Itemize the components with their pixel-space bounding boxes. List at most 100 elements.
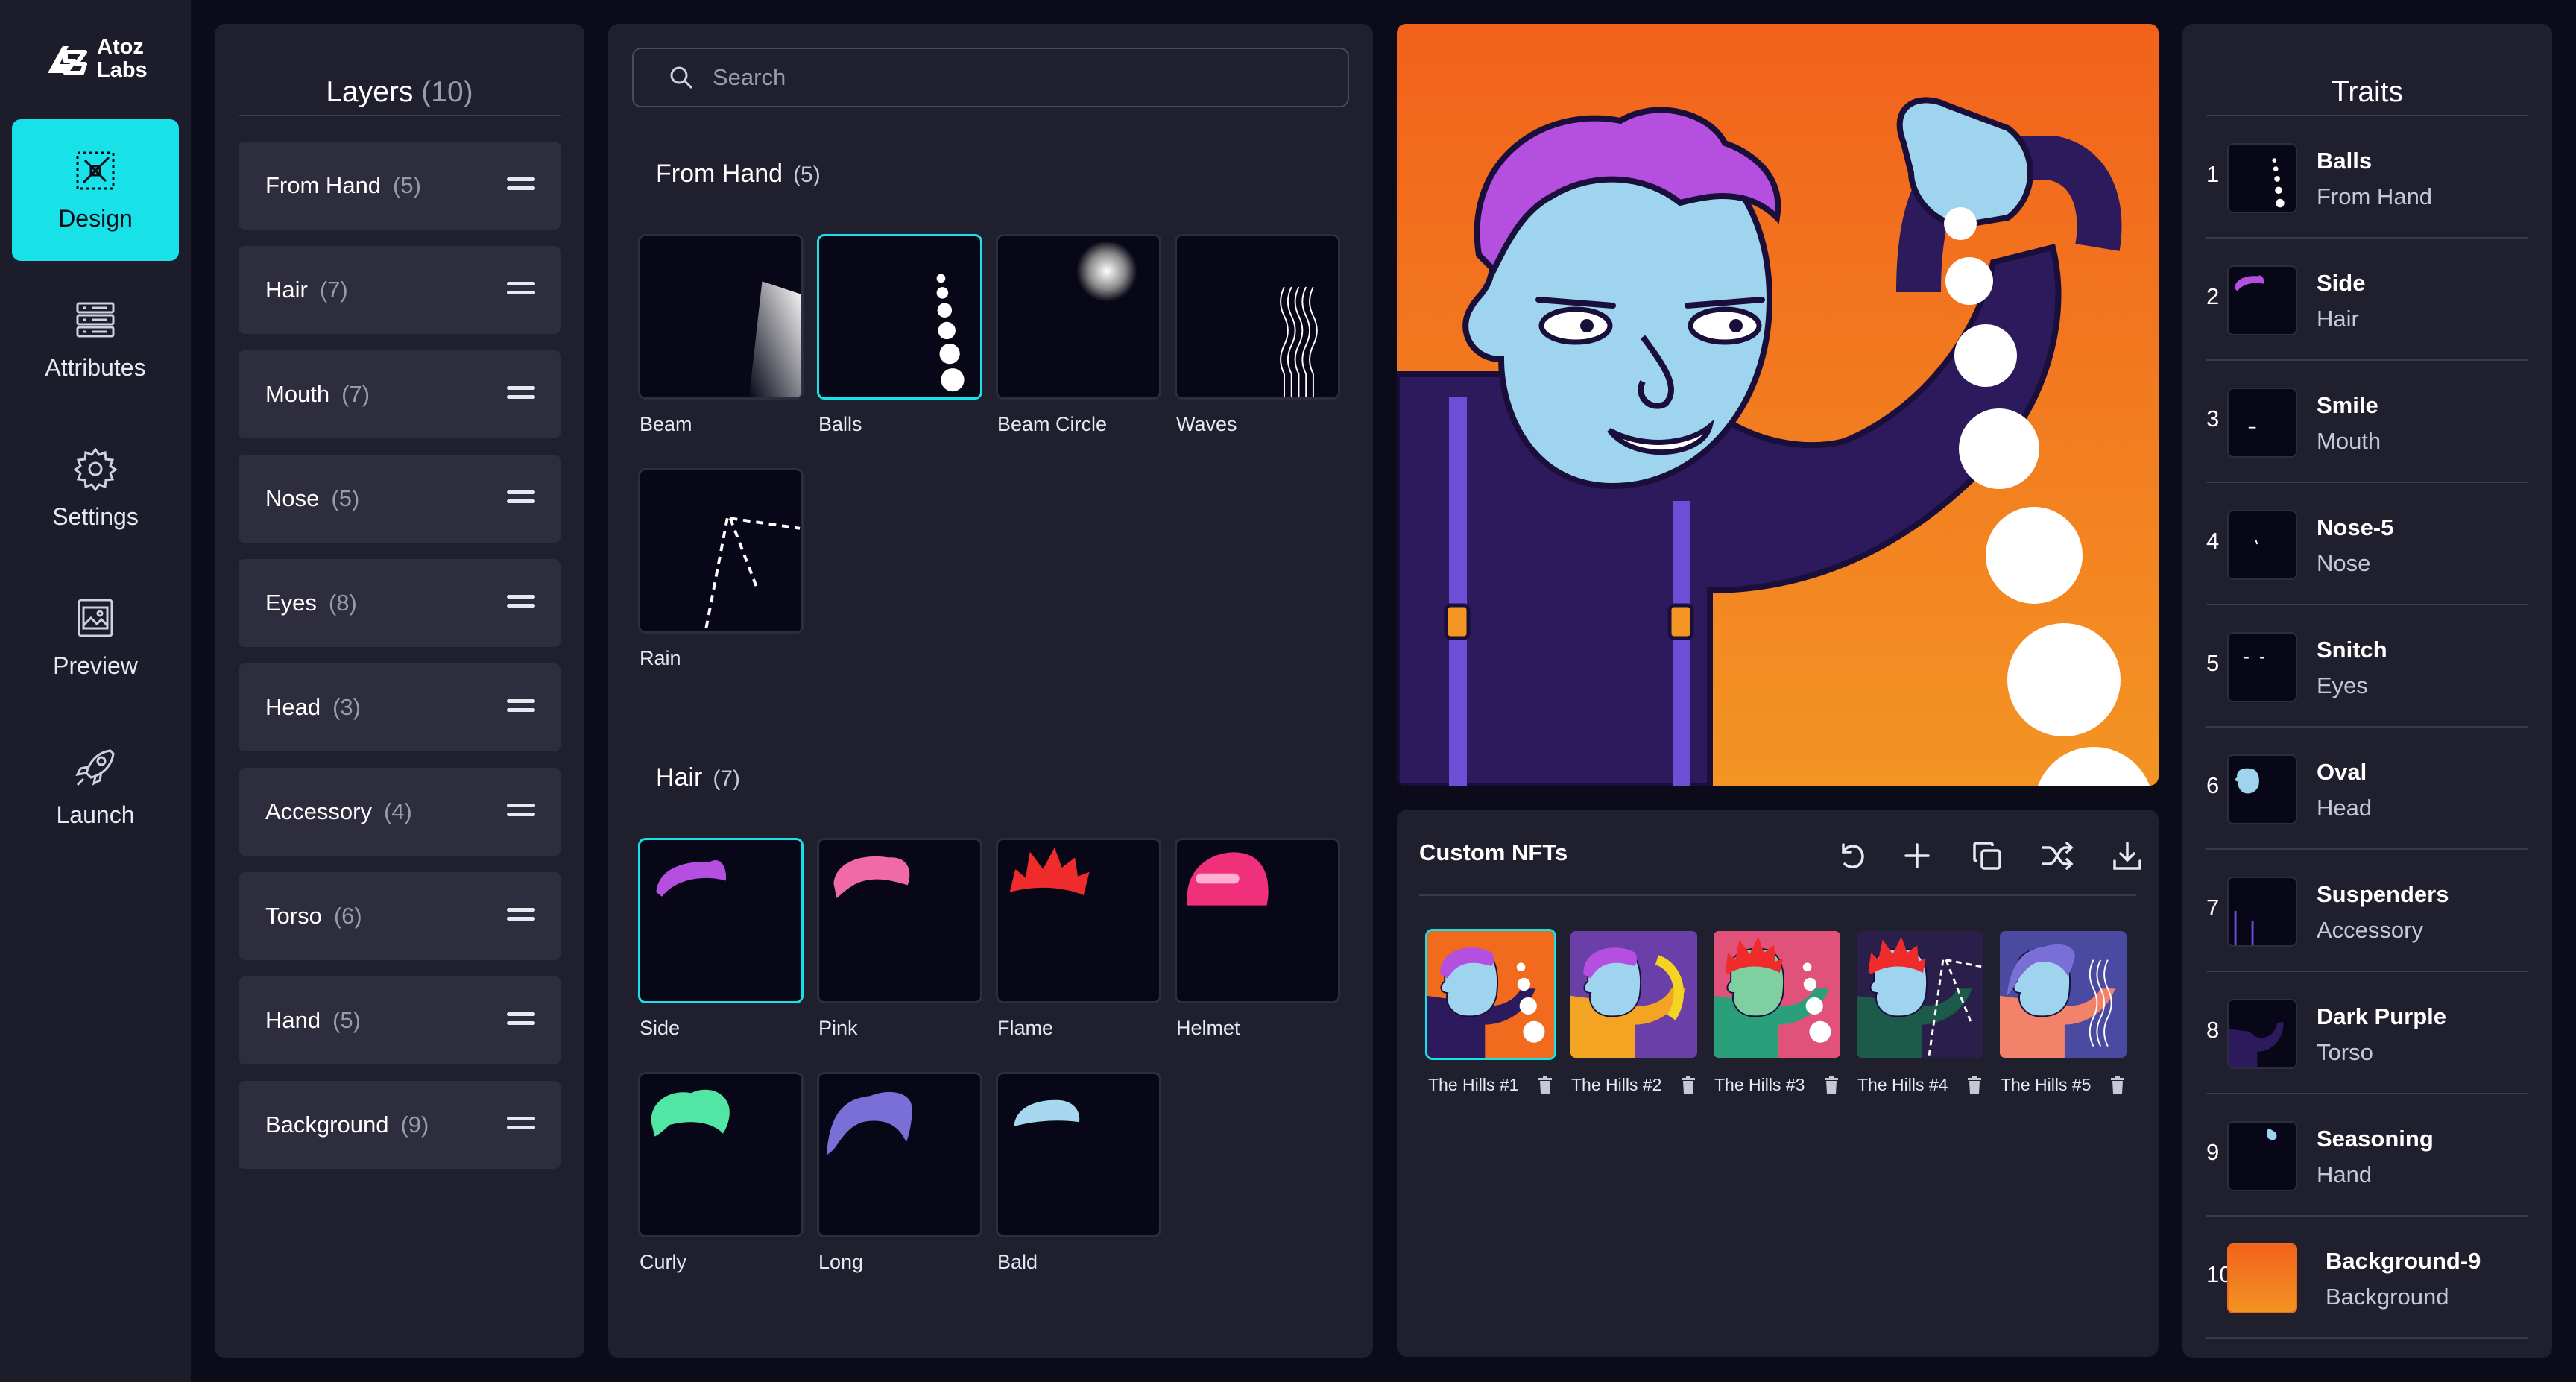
brand-logo[interactable]: Atoz Labs [43, 36, 148, 82]
suspenders-thumbnail [2234, 911, 2254, 945]
trash-icon[interactable] [1680, 1075, 1696, 1094]
layer-count: (5) [331, 485, 360, 511]
asset-tile-beam-circle[interactable] [996, 234, 1161, 400]
nav-item-launch[interactable]: Launch [12, 716, 179, 857]
layer-item-mouth[interactable]: Mouth (7) [239, 350, 561, 438]
search-icon [670, 66, 693, 89]
trait-row[interactable]: 1 Balls From Hand [2206, 116, 2528, 237]
nft-thumbnail-4[interactable] [1854, 929, 1986, 1060]
drag-handle-icon[interactable] [507, 177, 535, 194]
nft-thumbnail-1[interactable] [1425, 929, 1556, 1060]
brand-name-line1: Atoz [97, 35, 144, 59]
section-title-text: From Hand [656, 160, 783, 188]
layer-item-head[interactable]: Head (3) [239, 663, 561, 751]
trait-thumbnail [2227, 1121, 2297, 1191]
download-button[interactable] [2105, 833, 2150, 878]
trait-row[interactable]: 2 Side Hair [2206, 239, 2528, 359]
layers-panel: Layers (10) From Hand (5) Hair (7) Mouth (7… [215, 24, 584, 1358]
trait-row[interactable]: 6 Oval Head [2206, 728, 2528, 848]
trait-name: Balls [2317, 148, 2373, 174]
divider [239, 115, 561, 116]
drag-handle-icon[interactable] [507, 490, 535, 507]
section-title-text: Hair [656, 763, 703, 792]
nav-label-launch: Launch [56, 801, 135, 828]
undo-button[interactable] [1829, 833, 1874, 878]
trait-row[interactable]: 8 Dark Purple Torso [2206, 972, 2528, 1093]
duplicate-button[interactable] [1965, 833, 2010, 878]
trash-icon[interactable] [1823, 1075, 1840, 1094]
drag-handle-icon[interactable] [507, 908, 535, 924]
attributes-icon [76, 302, 115, 337]
layer-count: (7) [319, 277, 348, 303]
side-hair-thumbnail [656, 859, 727, 897]
asset-tile-beam[interactable] [638, 234, 804, 400]
shuffle-icon [2042, 842, 2074, 870]
trait-row[interactable]: 4 Nose-5 Nose [2206, 483, 2528, 604]
trait-number: 2 [2206, 283, 2220, 309]
drag-handle-icon[interactable] [507, 386, 535, 403]
trait-row[interactable]: 7 Suspenders Accessory [2206, 850, 2528, 971]
trait-name: Nose-5 [2317, 514, 2394, 540]
drag-handle-icon[interactable] [507, 1012, 535, 1029]
layer-item-accessory[interactable]: Accessory (4) [239, 768, 561, 856]
asset-tile-curly[interactable] [638, 1072, 804, 1237]
drag-handle-icon[interactable] [507, 699, 535, 716]
asset-tile-pink[interactable] [817, 838, 982, 1003]
nft-preview-canvas [1397, 24, 2159, 786]
divider [1419, 894, 2136, 896]
asset-tile-side[interactable] [638, 838, 804, 1003]
nav-label-settings: Settings [52, 502, 139, 530]
nft-thumbnail-5[interactable] [1998, 929, 2129, 1060]
layer-item-hair[interactable]: Hair (7) [239, 246, 561, 334]
trait-row[interactable]: 3 Smile Mouth [2206, 361, 2528, 482]
trait-row[interactable]: 9 Seasoning Hand [2206, 1094, 2528, 1215]
layer-label: Background [265, 1111, 389, 1138]
layer-label: From Hand [265, 172, 382, 198]
trash-icon[interactable] [1966, 1075, 1983, 1094]
nav-item-settings[interactable]: Settings [12, 417, 179, 559]
nose-thumbnail [2255, 539, 2258, 545]
asset-tile-rain[interactable] [638, 468, 804, 634]
drag-handle-icon[interactable] [507, 282, 535, 298]
trait-row[interactable]: 5 Snitch Eyes [2206, 605, 2528, 726]
asset-label: Flame [997, 1017, 1054, 1039]
custom-nfts-panel: Custom NFTs The Hills #1 The Hills #2 Th… [1397, 810, 2159, 1357]
nav-label-preview: Preview [53, 651, 138, 679]
search-input[interactable]: Search [632, 48, 1349, 107]
nft-thumbnail-2[interactable] [1568, 929, 1699, 1060]
layer-count: (5) [393, 172, 421, 198]
trait-layer: Nose [2317, 550, 2371, 576]
nft-label: The Hills #1 [1428, 1075, 1519, 1094]
asset-tile-balls[interactable] [817, 234, 982, 400]
asset-tile-waves[interactable] [1175, 234, 1340, 400]
layer-item-from-hand[interactable]: From Hand (5) [239, 142, 561, 230]
asset-tile-bald[interactable] [996, 1072, 1161, 1237]
asset-tile-flame[interactable] [996, 838, 1161, 1003]
layer-item-hand[interactable]: Hand (5) [239, 976, 561, 1064]
layer-item-background[interactable]: Background (9) [239, 1081, 561, 1169]
asset-tile-helmet[interactable] [1175, 838, 1340, 1003]
asset-browser-panel: Search From Hand (5) Beam Balls Beam Circ… [608, 24, 1373, 1358]
drag-handle-icon[interactable] [507, 595, 535, 611]
drag-handle-icon[interactable] [507, 1117, 535, 1133]
nft-thumbnail-3[interactable] [1711, 929, 1843, 1060]
trait-layer: Accessory [2317, 917, 2423, 943]
head-thumbnail [2235, 768, 2259, 794]
drag-handle-icon[interactable] [507, 804, 535, 820]
trash-icon[interactable] [1537, 1075, 1553, 1094]
layer-item-nose[interactable]: Nose (5) [239, 455, 561, 543]
bald-hair-thumbnail [1014, 1099, 1080, 1127]
nav-item-preview[interactable]: Preview [12, 567, 179, 708]
shuffle-button[interactable] [2035, 833, 2080, 878]
nav-item-attributes[interactable]: Attributes [12, 268, 179, 410]
trash-icon[interactable] [2109, 1075, 2126, 1094]
trait-row[interactable]: 10 Background-9 Background [2206, 1217, 2528, 1337]
layer-item-torso[interactable]: Torso (6) [239, 872, 561, 960]
add-button[interactable] [1895, 833, 1939, 878]
trait-thumbnail [2227, 265, 2297, 335]
layer-item-eyes[interactable]: Eyes (8) [239, 559, 561, 647]
layer-label: Hair [265, 277, 308, 303]
trait-thumbnail [2227, 143, 2297, 213]
nav-item-design[interactable]: Design [12, 119, 179, 261]
asset-tile-long[interactable] [817, 1072, 982, 1237]
